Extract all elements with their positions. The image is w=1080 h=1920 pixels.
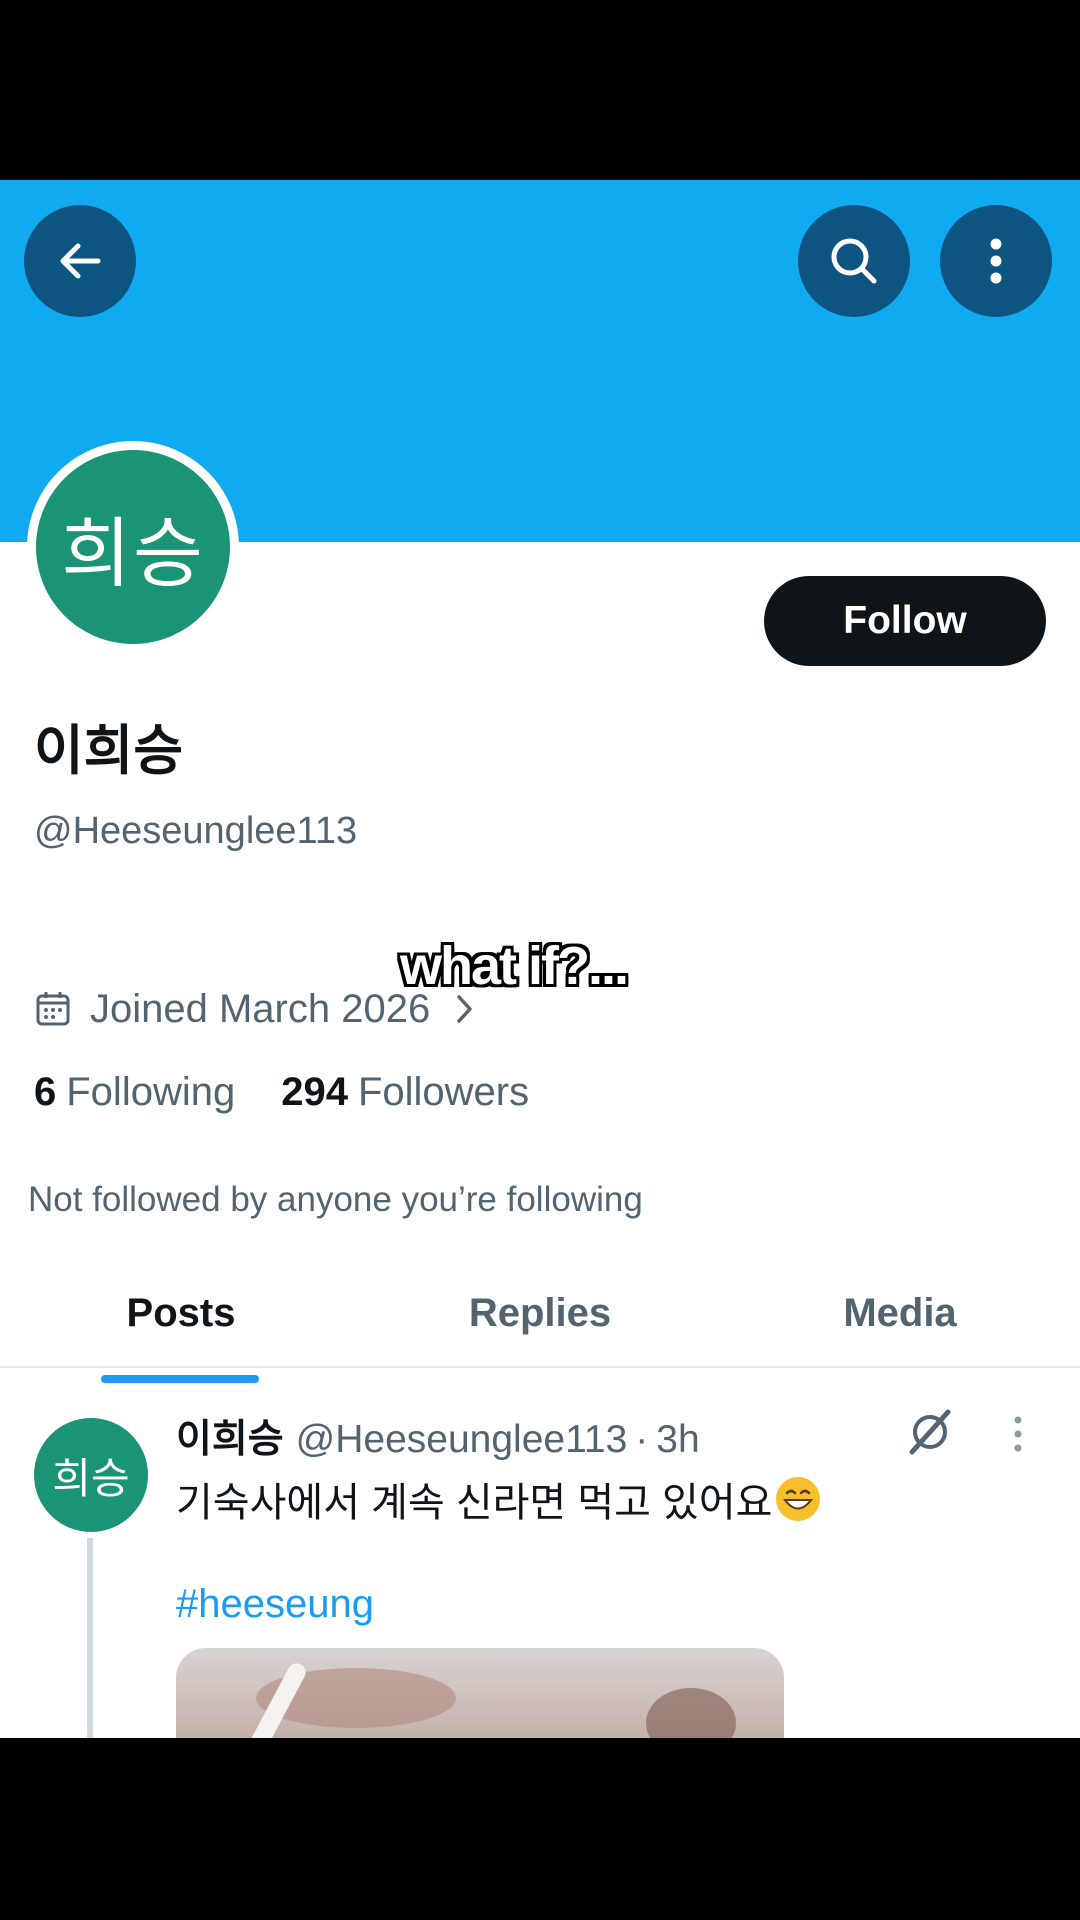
profile-avatar[interactable]: 희승 xyxy=(27,441,239,653)
post-body: 기숙사에서 계속 신라면 먹고 있어요 xyxy=(176,1481,773,1525)
following-link[interactable]: 6 Following xyxy=(34,1070,235,1115)
post-separator: · xyxy=(635,1418,649,1461)
followers-count: 294 xyxy=(281,1070,348,1114)
grok-icon[interactable] xyxy=(904,1406,956,1458)
post-header: 이희승 @Heeseunglee113 · 3h xyxy=(176,1408,700,1464)
display-name: 이희승 xyxy=(34,721,184,781)
joined-date-text: Joined March 2026 xyxy=(90,986,431,1031)
active-tab-indicator xyxy=(101,1375,259,1383)
thread-line xyxy=(87,1538,93,1738)
mutual-followers-text: Not followed by anyone you’re following xyxy=(28,1180,643,1219)
post-hashtag[interactable]: #heeseung xyxy=(176,1582,374,1627)
tab-replies[interactable]: Replies xyxy=(440,1260,640,1366)
back-arrow-icon xyxy=(60,243,101,279)
bottom-letterbox xyxy=(0,1738,1080,1920)
post-author-name[interactable]: 이희승 xyxy=(176,1408,284,1464)
more-options-button[interactable] xyxy=(940,205,1052,317)
followers-link[interactable]: 294 Followers xyxy=(281,1070,529,1115)
profile-screen: 희승 Follow 이희승 @Heeseunglee113 what if?..… xyxy=(0,180,1080,1738)
back-button[interactable] xyxy=(24,205,136,317)
post-text: 기숙사에서 계속 신라면 먹고 있어요 xyxy=(176,1470,821,1528)
follow-stats: 6 Following 294 Followers xyxy=(34,1070,575,1115)
top-letterbox xyxy=(0,0,1080,180)
profile-handle: @Heeseunglee113 xyxy=(34,810,358,852)
chevron-right-icon xyxy=(457,995,472,1023)
tab-media[interactable]: Media xyxy=(820,1260,980,1366)
search-icon xyxy=(831,238,877,284)
grinning-face-emoji-icon xyxy=(776,1477,821,1521)
follow-button[interactable]: Follow xyxy=(764,576,1046,666)
post-avatar[interactable]: 희승 xyxy=(34,1418,148,1532)
profile-tabs: Posts Replies Media xyxy=(0,1260,1080,1368)
following-count: 6 xyxy=(34,1070,57,1114)
calendar-icon xyxy=(36,992,70,1026)
followers-label: Followers xyxy=(357,1070,530,1114)
post-timestamp: 3h xyxy=(656,1418,700,1461)
post-author-handle[interactable]: @Heeseunglee113 xyxy=(296,1418,628,1462)
post-more-icon[interactable] xyxy=(1010,1412,1026,1456)
profile-avatar-text: 희승 xyxy=(36,450,230,644)
media-blur-shape xyxy=(646,1688,736,1738)
post-media-image[interactable] xyxy=(176,1648,784,1738)
search-button[interactable] xyxy=(798,205,910,317)
more-vertical-icon xyxy=(990,238,1002,284)
following-label: Following xyxy=(66,1070,236,1114)
tab-posts[interactable]: Posts xyxy=(100,1260,262,1366)
video-caption-overlay: what if?... xyxy=(400,936,629,996)
